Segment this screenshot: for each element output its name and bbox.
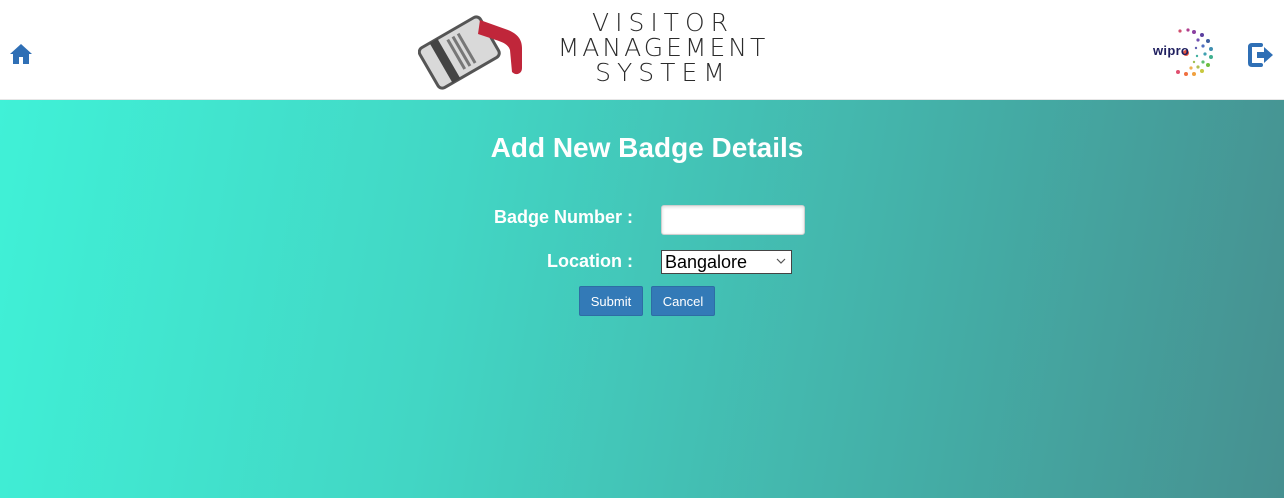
main-content: Add New Badge Details Badge Number : Loc…: [0, 100, 1284, 498]
app-header: VISITOR MANAGEMENT SYSTEM wipro: [0, 0, 1284, 100]
wipro-logo-text: wipro: [1153, 43, 1190, 58]
home-icon[interactable]: [9, 42, 33, 66]
vms-logo-icon: [418, 15, 522, 90]
badge-number-label: Badge Number :: [493, 207, 633, 227]
app-title: VISITOR MANAGEMENT SYSTEM: [538, 10, 788, 85]
location-select[interactable]: Bangalore: [661, 250, 792, 274]
chevron-down-icon: [776, 258, 786, 264]
app-title-line-2: MANAGEMENT: [557, 33, 769, 62]
logout-icon[interactable]: [1247, 42, 1275, 68]
location-label: Location :: [547, 251, 633, 271]
submit-button[interactable]: Submit: [579, 286, 643, 316]
cancel-button[interactable]: Cancel: [651, 286, 715, 316]
badge-number-input[interactable]: [661, 205, 805, 235]
app-title-line-3: SYSTEM: [595, 58, 731, 87]
page-title: Add New Badge Details: [490, 132, 804, 163]
location-selected-value: Bangalore: [665, 252, 748, 272]
app-title-line-1: VISITOR: [591, 8, 735, 37]
